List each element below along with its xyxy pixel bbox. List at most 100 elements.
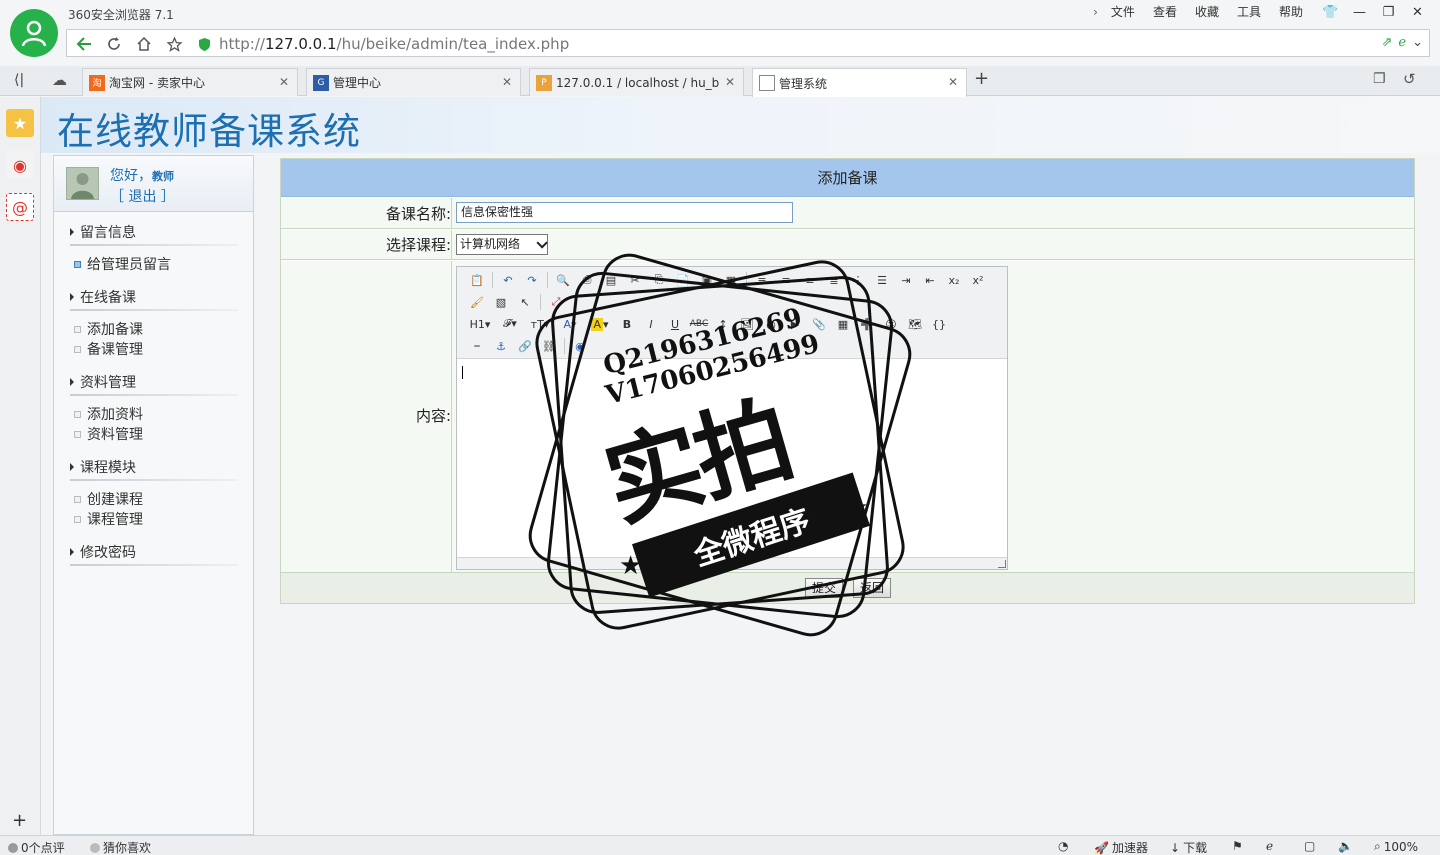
- justify-icon[interactable]: ≣: [822, 270, 846, 290]
- close-tab-icon[interactable]: ✕: [502, 75, 512, 89]
- nav-group-lesson-prep[interactable]: 在线备课: [70, 287, 238, 311]
- font-family-icon[interactable]: 𝓕▾: [495, 314, 525, 334]
- comments-status[interactable]: 0个点评: [8, 839, 65, 855]
- source-icon[interactable]: 📋: [465, 270, 489, 290]
- nav-item-add-material[interactable]: 添加资料: [74, 404, 143, 424]
- clear-format-icon[interactable]: 🖌: [465, 292, 489, 312]
- align-left-icon[interactable]: ≡: [750, 270, 774, 290]
- back-arrow-icon[interactable]: [73, 34, 95, 54]
- fullscreen-icon[interactable]: ⤢: [544, 292, 568, 312]
- close-window-button[interactable]: ✕: [1403, 2, 1432, 22]
- highlight-icon[interactable]: A ▾: [585, 314, 615, 334]
- editor-content-area[interactable]: [457, 359, 1007, 557]
- flash-icon[interactable]: ◐: [759, 314, 783, 334]
- minimize-button[interactable]: —: [1345, 2, 1374, 22]
- map-icon[interactable]: 🗺: [903, 314, 927, 334]
- heading-icon[interactable]: H1▾: [465, 314, 495, 334]
- unlink-icon[interactable]: ⛓: [537, 336, 561, 356]
- nav-group-change-password[interactable]: 修改密码: [70, 542, 238, 566]
- tab-list-icon[interactable]: ❐: [1373, 71, 1386, 87]
- template-icon[interactable]: ▤: [599, 270, 623, 290]
- new-tab-icon[interactable]: +: [974, 68, 989, 89]
- unordered-list-icon[interactable]: ☰: [870, 270, 894, 290]
- align-right-icon[interactable]: ≡: [798, 270, 822, 290]
- menu-help[interactable]: 帮助: [1270, 4, 1312, 20]
- speed-icon[interactable]: ◔: [1058, 839, 1068, 853]
- nav-item-add-lesson[interactable]: 添加备课: [74, 319, 143, 339]
- outdent-icon[interactable]: ⇤: [918, 270, 942, 290]
- flag-icon[interactable]: ⚑: [1232, 839, 1243, 853]
- paste-icon[interactable]: 📄: [671, 270, 695, 290]
- zoom-control[interactable]: ⌕ 100%: [1374, 839, 1418, 854]
- indent-icon[interactable]: ⇥: [894, 270, 918, 290]
- underline-icon[interactable]: U: [663, 314, 687, 334]
- favorites-star-icon[interactable]: ★: [6, 109, 34, 137]
- logout-link[interactable]: ［ 退出 ］: [110, 186, 175, 206]
- pointer-icon[interactable]: ↖: [513, 292, 537, 312]
- weibo-icon[interactable]: ◉: [6, 151, 34, 179]
- strikethrough-icon[interactable]: ABC: [687, 314, 711, 334]
- page-break-icon[interactable]: ⎯: [465, 336, 489, 356]
- undo-close-icon[interactable]: ↺: [1403, 70, 1416, 88]
- ie-icon[interactable]: ℯ: [1266, 839, 1273, 853]
- close-tab-icon[interactable]: ✕: [725, 75, 735, 89]
- paste-word-icon[interactable]: ▦: [719, 270, 743, 290]
- media-icon[interactable]: ▶: [783, 314, 807, 334]
- subscript-icon[interactable]: x₂: [942, 270, 966, 290]
- nav-item-manage-materials[interactable]: 资料管理: [74, 424, 143, 444]
- cut-icon[interactable]: ✂: [623, 270, 647, 290]
- maximize-button[interactable]: ❐: [1374, 2, 1403, 22]
- undo-icon[interactable]: ↶: [496, 270, 520, 290]
- preview-icon[interactable]: 🔍: [551, 270, 575, 290]
- download-button[interactable]: ↓ 下载: [1170, 839, 1207, 855]
- guess-like-status[interactable]: 猜你喜欢: [90, 839, 151, 855]
- back-button[interactable]: 返回: [853, 578, 892, 598]
- font-size-icon[interactable]: ᴛT▾: [525, 314, 555, 334]
- superscript-icon[interactable]: x²: [966, 270, 990, 290]
- home-icon[interactable]: [133, 34, 155, 54]
- nav-item-create-course[interactable]: 创建课程: [74, 489, 143, 509]
- url-text[interactable]: http://127.0.0.1/hu/beike/admin/tea_inde…: [219, 35, 569, 53]
- select-all-icon[interactable]: ▧: [489, 292, 513, 312]
- bold-icon[interactable]: B: [615, 314, 639, 334]
- print-icon[interactable]: ⎙: [575, 270, 599, 290]
- align-center-icon[interactable]: ≡: [774, 270, 798, 290]
- sidebar-toggle-icon[interactable]: ⟨|: [14, 72, 24, 88]
- lesson-name-input[interactable]: 信息保密性强: [456, 202, 793, 223]
- compat-mode-icon[interactable]: ℯ: [1398, 35, 1406, 50]
- italic-icon[interactable]: I: [639, 314, 663, 334]
- close-tab-icon[interactable]: ✕: [948, 75, 958, 89]
- tab-management-center[interactable]: G 管理中心 ✕: [306, 68, 521, 96]
- course-select[interactable]: 计算机网络: [456, 234, 548, 255]
- attachment-icon[interactable]: 📎: [807, 314, 831, 334]
- user-account-icon[interactable]: [10, 9, 58, 57]
- image-icon[interactable]: 🖼: [735, 314, 759, 334]
- redo-icon[interactable]: ↷: [520, 270, 544, 290]
- hr-icon[interactable]: ➕: [855, 314, 879, 334]
- copy-icon[interactable]: ⎘: [647, 270, 671, 290]
- cloud-icon[interactable]: ☁: [52, 71, 67, 89]
- add-sidebar-icon[interactable]: +: [12, 810, 27, 831]
- nav-item-message-admin[interactable]: 给管理员留言: [74, 254, 171, 274]
- accelerator-button[interactable]: 🚀 加速器: [1094, 839, 1148, 855]
- resize-handle-icon[interactable]: [998, 560, 1006, 568]
- skin-icon[interactable]: 👕: [1316, 2, 1345, 22]
- menu-view[interactable]: 查看: [1144, 4, 1186, 20]
- refresh-icon[interactable]: [103, 34, 125, 54]
- anchor-icon[interactable]: ⚓: [489, 336, 513, 356]
- line-height-icon[interactable]: ↕: [711, 314, 735, 334]
- window-icon[interactable]: ▢: [1304, 839, 1315, 853]
- tab-phpmyadmin[interactable]: P 127.0.0.1 / localhost / hu_b ✕: [529, 68, 744, 96]
- paste-text-icon[interactable]: ▣: [695, 270, 719, 290]
- nav-item-manage-courses[interactable]: 课程管理: [74, 509, 143, 529]
- menu-tools[interactable]: 工具: [1228, 4, 1270, 20]
- close-tab-icon[interactable]: ✕: [279, 75, 289, 89]
- share-icon[interactable]: ⇗: [1381, 35, 1392, 50]
- tab-taobao[interactable]: 淘 淘宝网 - 卖家中心 ✕: [82, 68, 298, 96]
- chevron-right-icon[interactable]: ›: [1084, 4, 1102, 20]
- about-icon[interactable]: ◉: [568, 336, 592, 356]
- menu-favorites[interactable]: 收藏: [1186, 4, 1228, 20]
- code-icon[interactable]: {}: [927, 314, 951, 334]
- nav-group-materials[interactable]: 资料管理: [70, 372, 238, 396]
- security-shield-icon[interactable]: [193, 34, 215, 54]
